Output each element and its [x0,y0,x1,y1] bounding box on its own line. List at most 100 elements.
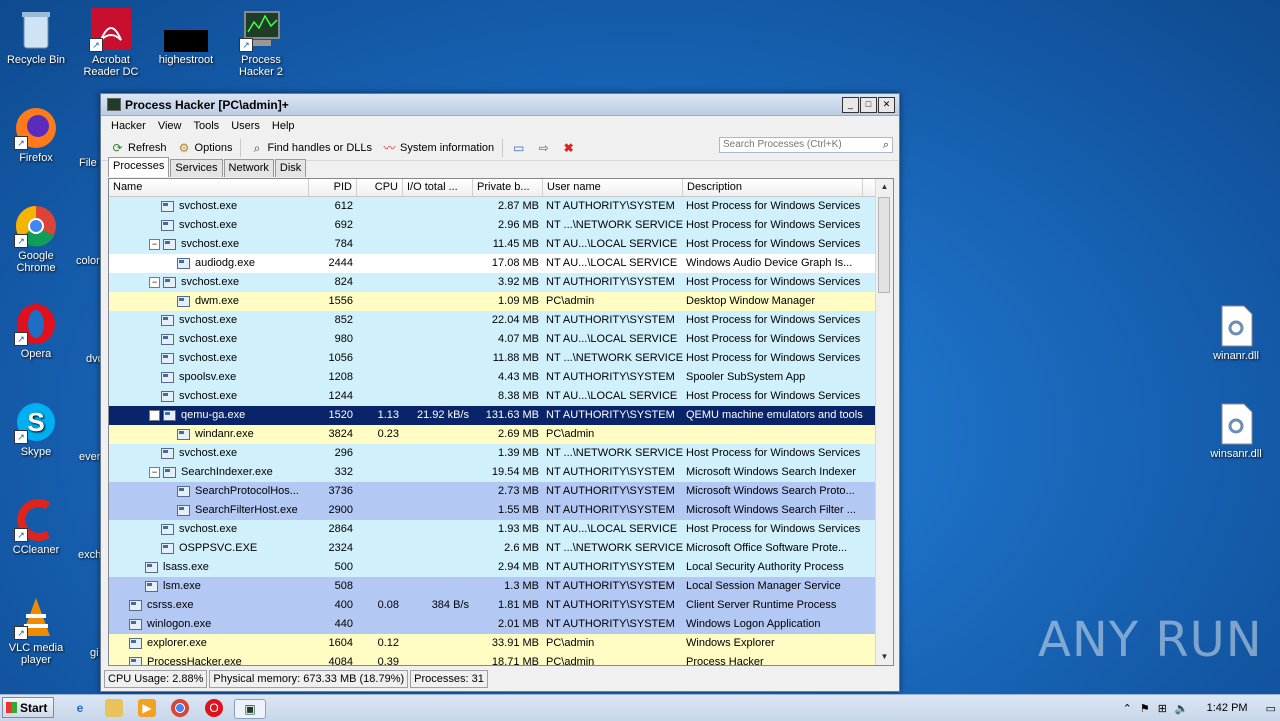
desktop-icon-firefox[interactable]: ↗ Firefox [0,106,74,164]
process-row[interactable]: lsm.exe 508 1.3 MB NT AUTHORITY\SYSTEM Local… [109,577,893,596]
flag-icon[interactable]: ⚑ [1140,702,1150,715]
find-handles-button[interactable]: ⌕ Find handles or DLLs [244,141,377,156]
network-icon[interactable]: ⊞ [1158,702,1167,715]
process-row[interactable]: explorer.exe 1604 0.12 33.91 MB PC\admin Wind… [109,634,893,653]
tab-processes[interactable]: Processes [108,157,170,177]
tab-services[interactable]: Services [170,159,223,177]
desktop-icon-winanr-dll[interactable]: winanr.dll [1198,304,1274,362]
scroll-down-arrow-icon[interactable]: ▼ [876,649,893,665]
collapse-toggle-icon[interactable]: − [149,239,160,250]
process-row[interactable]: OSPPSVC.EXE 2324 2.6 MB NT ...\NETWORK SERV… [109,539,893,558]
taskbar-explorer-icon[interactable] [105,699,123,717]
desktop-icon-acrobat[interactable]: ↗ Acrobat Reader DC [73,8,149,78]
process-row[interactable]: svchost.exe 296 1.39 MB NT ...\NETWORK SERV… [109,444,893,463]
desktop-icon-process-hacker[interactable]: ↗ Process Hacker 2 [223,8,299,78]
column-header-pid[interactable]: PID [309,179,357,196]
process-row[interactable]: SearchFilterHost.exe 2900 1.55 MB NT AUTHOR… [109,501,893,520]
tab-disk[interactable]: Disk [274,159,307,177]
desktop-icon-winsanr-dll[interactable]: winsanr.dll [1198,402,1274,460]
tray-expand-icon[interactable]: ⌃ [1123,702,1132,715]
process-description: Microsoft Windows Search Proto... [686,485,855,497]
process-row[interactable]: − SearchIndexer.exe 332 19.54 MB NT AUTHORIT… [109,463,893,482]
taskbar-ie-icon[interactable]: e [71,699,89,717]
close-button[interactable]: ✕ [878,97,895,113]
process-row[interactable]: SearchProtocolHos... 3736 2.73 MB NT AUTHOR… [109,482,893,501]
column-header-private-bytes[interactable]: Private b... [473,179,543,196]
tab-network[interactable]: Network [223,159,274,177]
process-row[interactable]: windanr.exe 3824 0.23 2.69 MB PC\admin [109,425,893,444]
options-button[interactable]: ⚙ Options [172,141,238,156]
scroll-up-arrow-icon[interactable]: ▲ [876,179,893,195]
process-row[interactable]: svchost.exe 852 22.04 MB NT AUTHORITY\SYSTE… [109,311,893,330]
process-row[interactable]: winlogon.exe 440 2.01 MB NT AUTHORITY\SYSTE… [109,615,893,634]
menu-tools[interactable]: Tools [188,120,226,132]
taskbar-opera-icon[interactable]: O [205,699,223,717]
process-cpu [357,216,403,235]
desktop-icon-recycle-bin[interactable]: Recycle Bin [0,8,74,66]
collapse-toggle-icon[interactable]: − [149,277,160,288]
process-name: SearchProtocolHos... [195,485,299,497]
process-row[interactable]: svchost.exe 692 2.96 MB NT ...\NETWORK SERV… [109,216,893,235]
desktop-icon-ccleaner[interactable]: ↗ CCleaner [0,498,74,556]
process-tree-list[interactable]: Name PID CPU I/O total ... Private b... … [108,178,894,666]
desktop-icon-chrome[interactable]: ↗ Google Chrome [0,204,74,274]
process-row[interactable]: spoolsv.exe 1208 4.43 MB NT AUTHORITY\SYSTE… [109,368,893,387]
process-row[interactable]: svchost.exe 1056 11.88 MB NT ...\NETWORK SE… [109,349,893,368]
process-icon [161,448,174,459]
process-pid: 500 [334,561,353,573]
process-row[interactable]: svchost.exe 612 2.87 MB NT AUTHORITY\SYSTEM… [109,197,893,216]
process-row[interactable]: svchost.exe 1244 8.38 MB NT AU...\LOCAL SER… [109,387,893,406]
clock[interactable]: 1:42 PM [1207,702,1248,714]
process-user-name: NT AUTHORITY\SYSTEM [546,314,675,326]
column-header-cpu[interactable]: CPU [357,179,403,196]
window-icon-button[interactable]: ▭ [506,141,531,156]
start-button[interactable]: Start [2,697,54,718]
process-row[interactable]: csrss.exe 400 0.08 384 B/s 1.81 MB NT AUTHORI… [109,596,893,615]
process-cpu [357,349,403,368]
menu-help[interactable]: Help [266,120,301,132]
process-row[interactable]: − svchost.exe 824 3.92 MB NT AUTHORITY\SYSTE… [109,273,893,292]
process-row[interactable]: lsass.exe 500 2.94 MB NT AUTHORITY\SYSTEM Lo… [109,558,893,577]
desktop-icon-highestroot[interactable]: highestroot [148,8,224,66]
desktop-icon-skype[interactable]: S ↗ Skype [0,400,74,458]
desktop-icon-opera[interactable]: ↗ Opera [0,302,74,360]
window-titlebar[interactable]: Process Hacker [PC\admin]+ _ □ ✕ [101,94,899,116]
process-user-name: NT AU...\LOCAL SERVICE [546,523,678,535]
column-header-io-total[interactable]: I/O total ... [403,179,473,196]
desktop-icon-vlc[interactable]: ↗ VLC media player [0,596,74,666]
chrome-icon: ↗ [14,204,58,248]
terminate-button[interactable]: ✖ [556,141,581,156]
volume-icon[interactable]: 🔈 [1175,702,1189,715]
column-header-user-name[interactable]: User name [543,179,683,196]
shortcut-arrow-icon: ↗ [89,38,103,52]
process-row[interactable]: svchost.exe 2864 1.93 MB NT AU...\LOCAL SER… [109,520,893,539]
switch-window-button[interactable]: ⇨ [531,141,556,156]
process-pid: 980 [334,333,353,345]
collapse-toggle-icon[interactable]: − [149,410,160,421]
scroll-thumb[interactable] [878,197,890,293]
minimize-button[interactable]: _ [842,97,859,113]
column-header-name[interactable]: Name [109,179,309,196]
process-row[interactable]: audiodg.exe 2444 17.08 MB NT AU...\LOCAL SE… [109,254,893,273]
process-row[interactable]: − svchost.exe 784 11.45 MB NT AU...\LOCAL SE… [109,235,893,254]
svg-text:S: S [27,407,44,437]
vertical-scrollbar[interactable]: ▲ ▼ [875,179,893,665]
show-desktop-icon[interactable]: ▭ [1266,702,1276,715]
process-row[interactable]: dwm.exe 1556 1.09 MB PC\admin Desktop Window… [109,292,893,311]
maximize-button[interactable]: □ [860,97,877,113]
taskbar-media-player-icon[interactable]: ▶ [138,699,156,717]
process-row[interactable]: ProcessHacker.exe 4084 0.39 18.71 MB PC\admi… [109,653,893,665]
taskbar-process-hacker-icon[interactable]: ▣ [234,699,266,719]
search-processes-input[interactable]: Search Processes (Ctrl+K) ⌕ [719,137,893,153]
column-header-description[interactable]: Description [683,179,863,196]
refresh-button[interactable]: ⟳ Refresh [105,141,172,156]
process-row[interactable]: − qemu-ga.exe 1520 1.13 21.92 kB/s 131.63 MB N… [109,406,893,425]
system-information-button[interactable]: 〰 System information [377,141,499,156]
process-row[interactable]: svchost.exe 980 4.07 MB NT AU...\LOCAL SERV… [109,330,893,349]
menu-users[interactable]: Users [225,120,266,132]
menu-hacker[interactable]: Hacker [105,120,152,132]
process-user-name: NT AU...\LOCAL SERVICE [546,390,678,402]
taskbar-chrome-icon[interactable] [171,699,189,717]
menu-view[interactable]: View [152,120,188,132]
collapse-toggle-icon[interactable]: − [149,467,160,478]
